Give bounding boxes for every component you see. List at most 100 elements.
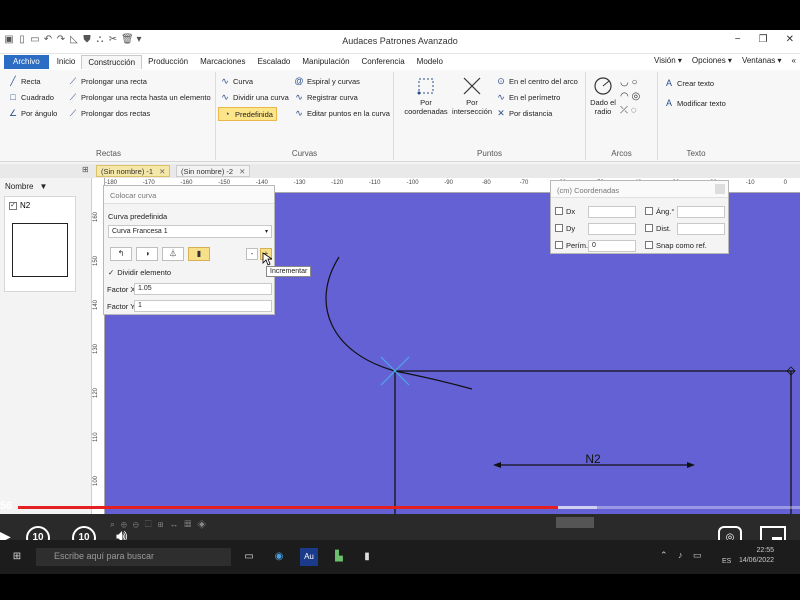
group-label-puntos: Puntos bbox=[477, 149, 502, 158]
dist-checkbox[interactable] bbox=[645, 224, 653, 232]
predefinida-button[interactable]: ◔ Predefinida bbox=[218, 107, 277, 121]
dy-checkbox[interactable] bbox=[555, 224, 563, 232]
modificar-texto-button[interactable]: A Modificar texto bbox=[664, 98, 726, 108]
cuadrado-button[interactable]: □ Cuadrado bbox=[8, 92, 54, 102]
perim-input[interactable]: 0 bbox=[588, 240, 636, 252]
ribbon-expand-icon[interactable]: « bbox=[792, 56, 796, 65]
registrar-curva-button[interactable]: ∿ Registrar curva bbox=[294, 92, 358, 103]
audaces-app-icon[interactable]: Au bbox=[300, 548, 318, 566]
edge-icon[interactable]: ◉ bbox=[270, 548, 288, 566]
increment-tooltip: Incrementar bbox=[266, 266, 312, 277]
windows-start-icon[interactable]: ⊞ bbox=[8, 548, 26, 566]
doc-tab-2[interactable]: (Sin nombre) -2 ✕ bbox=[176, 165, 251, 177]
factor-x-input[interactable]: 1.05 bbox=[134, 283, 272, 295]
ribbon-tabs: Archivo Inicio Construcción Producción M… bbox=[0, 54, 800, 70]
video-progress-bar[interactable] bbox=[18, 506, 800, 509]
dividir-curva-button[interactable]: ∿ Dividir una curva bbox=[220, 92, 289, 103]
curva-button[interactable]: ∿ Curva bbox=[220, 76, 253, 87]
flip-icon: ⏃ bbox=[169, 249, 177, 258]
piece-card[interactable]: ✓ N2 bbox=[4, 196, 76, 292]
modify-text-icon: A bbox=[665, 98, 672, 108]
piece-thumbnail[interactable] bbox=[12, 223, 68, 277]
editar-puntos-button[interactable]: ∿ Editar puntos en la curva bbox=[294, 108, 390, 119]
menu-ventanas[interactable]: Ventanas ▾ bbox=[742, 56, 782, 65]
system-tray-icons[interactable]: ⌃ ♪ ▭ bbox=[660, 550, 706, 561]
arc-circle-icon[interactable]: ○ bbox=[632, 77, 638, 88]
status-scroll-thumb[interactable] bbox=[556, 517, 594, 528]
crear-texto-button[interactable]: A Crear texto bbox=[664, 78, 714, 88]
snap-checkbox[interactable] bbox=[645, 241, 653, 249]
arc-center-tool-icon[interactable]: ◠ bbox=[620, 91, 629, 102]
files-icon[interactable]: ▮ bbox=[358, 548, 376, 566]
curve-type-select[interactable]: Curva Francesa 1 ▾ bbox=[108, 225, 272, 238]
arc-tangent-icon[interactable]: ◎ bbox=[632, 91, 641, 102]
dist-input[interactable] bbox=[677, 223, 725, 235]
taskbar-clock[interactable]: 22:55 14/06/2022 bbox=[739, 546, 774, 566]
minimize-icon[interactable]: − bbox=[735, 34, 741, 45]
perim-checkbox[interactable] bbox=[555, 241, 563, 249]
por-coordenadas-button[interactable]: Por coordenadas bbox=[404, 76, 448, 116]
arc-3pt-icon[interactable]: ◡ bbox=[620, 77, 629, 88]
chevron-down-icon[interactable]: ▼ bbox=[39, 182, 47, 191]
arc-offset-icon[interactable]: ◌ bbox=[631, 105, 637, 116]
check-icon[interactable]: ✓ bbox=[108, 268, 114, 277]
ruler-x-tick: -80 bbox=[482, 180, 491, 186]
group-texto: A Crear texto A Modificar texto Texto bbox=[658, 72, 734, 160]
maximize-icon[interactable]: ❐ bbox=[759, 34, 768, 45]
tab-produccion[interactable]: Producción bbox=[142, 55, 194, 69]
factor-y-input[interactable]: 1 bbox=[134, 300, 272, 312]
dialog-close-icon[interactable] bbox=[715, 184, 725, 194]
por-distancia-button[interactable]: ✕ Por distancia bbox=[496, 108, 552, 119]
task-view-icon[interactable]: ▭ bbox=[240, 548, 258, 566]
perimetro-button[interactable]: ∿ En el perímetro bbox=[496, 92, 560, 103]
curve-tool-4-button[interactable]: ▮ bbox=[188, 247, 210, 261]
menu-opciones[interactable]: Opciones ▾ bbox=[692, 56, 732, 65]
por-angulo-button[interactable]: ∠ Por ángulo bbox=[8, 108, 57, 119]
prolongar-hasta-elemento-button[interactable]: ⟋ Prolongar una recta hasta un elemento bbox=[68, 92, 211, 103]
tab-construccion[interactable]: Construcción bbox=[81, 55, 143, 69]
tab-conferencia[interactable]: Conferencia bbox=[356, 55, 411, 69]
ruler-y-tick: 130 bbox=[93, 343, 99, 354]
store-icon[interactable]: ▙ bbox=[330, 548, 348, 566]
curve-tool-1-button[interactable]: ↰ bbox=[110, 247, 132, 261]
pin-icon[interactable]: ⊞ bbox=[82, 165, 89, 174]
curve-tool-2-button[interactable]: ◑ bbox=[136, 247, 158, 261]
piece-checkbox[interactable]: ✓ bbox=[9, 201, 17, 210]
dado-radio-button[interactable]: Dado el radio bbox=[588, 76, 618, 116]
dx-checkbox[interactable] bbox=[555, 207, 563, 215]
decrement-button[interactable]: - bbox=[246, 248, 258, 260]
curve-tool-3-button[interactable]: ⏃ bbox=[162, 247, 184, 261]
tab-archivo[interactable]: Archivo bbox=[4, 55, 49, 69]
tab-escalado[interactable]: Escalado bbox=[251, 55, 296, 69]
group-label-texto: Texto bbox=[686, 149, 706, 158]
espiral-button[interactable]: @ Espiral y curvas bbox=[294, 76, 360, 86]
tab-manipulacion[interactable]: Manipulación bbox=[296, 55, 355, 69]
curve-icon: ∿ bbox=[221, 76, 229, 86]
dy-field-label: Dy bbox=[555, 224, 575, 233]
tab-inicio[interactable]: Inicio bbox=[51, 55, 82, 69]
extend-two-lines-icon: ⟋ bbox=[69, 108, 77, 118]
centro-arco-button[interactable]: ⊙ En el centro del arco bbox=[496, 76, 578, 87]
doc-tab-1[interactable]: (Sin nombre) -1 ✕ bbox=[96, 165, 171, 177]
por-interseccion-button[interactable]: Por intersección bbox=[450, 76, 494, 116]
dividir-elemento-option[interactable]: ✓ Dividir elemento bbox=[108, 268, 171, 277]
menu-vision[interactable]: Visión ▾ bbox=[654, 56, 682, 65]
prolongar-dos-rectas-button[interactable]: ⟋ Prolongar dos rectas bbox=[68, 108, 150, 119]
intersection-icon bbox=[463, 77, 481, 95]
prolongar-recta-button[interactable]: ⟋ Prolongar una recta bbox=[68, 76, 147, 87]
close-tab-icon[interactable]: ✕ bbox=[159, 167, 165, 176]
recta-button[interactable]: ╱ Recta bbox=[8, 76, 40, 87]
dy-input[interactable] bbox=[588, 223, 636, 235]
ang-checkbox[interactable] bbox=[645, 207, 653, 215]
close-icon[interactable]: ✕ bbox=[786, 34, 794, 45]
close-tab-icon[interactable]: ✕ bbox=[239, 167, 245, 176]
language-indicator[interactable]: ES bbox=[722, 558, 731, 565]
dx-input[interactable] bbox=[588, 206, 636, 218]
arc-cross-icon[interactable]: ⤫ bbox=[620, 105, 628, 116]
tab-marcaciones[interactable]: Marcaciones bbox=[194, 55, 251, 69]
ang-input[interactable] bbox=[677, 206, 725, 218]
french-curve-path[interactable] bbox=[325, 256, 473, 390]
tab-modelo[interactable]: Modelo bbox=[411, 55, 449, 69]
title-bar: ▣ ▯ ▭ ↶ ↷ ◺ ⛊ ⛬ ✂ 🗑 ▾ Audaces Patrones A… bbox=[0, 30, 800, 54]
taskbar-search-input[interactable]: Escribe aquí para buscar bbox=[36, 548, 231, 566]
